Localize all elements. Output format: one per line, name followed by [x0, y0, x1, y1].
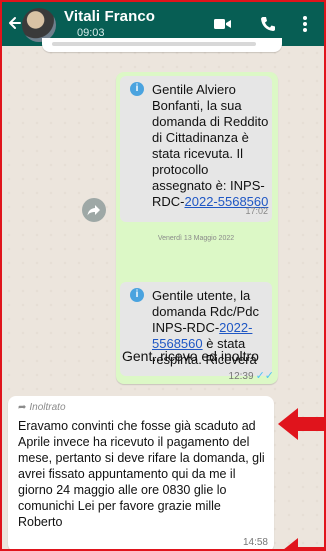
previous-message-fragment	[42, 38, 282, 52]
sent-message-bubble[interactable]: i Gentile Alviero Bonfanti, la sua doman…	[116, 72, 278, 384]
screenshot-card-1: i Gentile Alviero Bonfanti, la sua doman…	[120, 76, 272, 222]
contact-name[interactable]: Vitali Franco	[64, 8, 155, 25]
forwarded-icon: ➦	[18, 402, 27, 413]
card1-text-body: Gentile Alviero Bonfanti, la sua domanda…	[152, 82, 269, 209]
forwarded-label: ➦ Inoltrato	[18, 402, 66, 413]
info-icon: i	[130, 288, 144, 302]
forward-button[interactable]	[82, 198, 106, 222]
red-arrow-icon	[284, 538, 324, 549]
avatar[interactable]	[22, 8, 56, 42]
read-ticks-icon: ✓✓	[255, 370, 274, 382]
back-arrow-icon[interactable]	[8, 14, 22, 32]
received-message-bubble[interactable]: ➦ Inoltrato Eravamo convinti che fosse gi…	[8, 396, 274, 549]
phone-icon[interactable]	[260, 16, 276, 32]
card1-text: Gentile Alviero Bonfanti, la sua domanda…	[152, 82, 270, 210]
sent-caption: Gent..ricevo ed inoltro	[122, 348, 259, 364]
sent-time-value: 12:39	[228, 371, 254, 382]
info-icon: i	[130, 82, 144, 96]
screenshot-frame: Vitali Franco 09:03 i Gentile Alviero Bo…	[0, 0, 326, 551]
date-separator: Venerdì 13 Maggio 2022	[157, 235, 235, 242]
card1-time: 17:02	[245, 206, 268, 216]
forwarded-label-text: Inoltrato	[29, 402, 66, 413]
more-vert-icon[interactable]	[302, 15, 308, 33]
chat-area[interactable]: i Gentile Alviero Bonfanti, la sua doman…	[2, 38, 324, 549]
sent-time: 12:39 ✓✓	[229, 369, 274, 382]
received-text: Eravamo convinti che fosse già scaduto a…	[18, 419, 265, 529]
forward-icon	[87, 205, 100, 216]
video-call-icon[interactable]	[214, 16, 232, 32]
red-arrow-icon	[278, 408, 324, 440]
received-time: 14:58	[242, 537, 268, 548]
